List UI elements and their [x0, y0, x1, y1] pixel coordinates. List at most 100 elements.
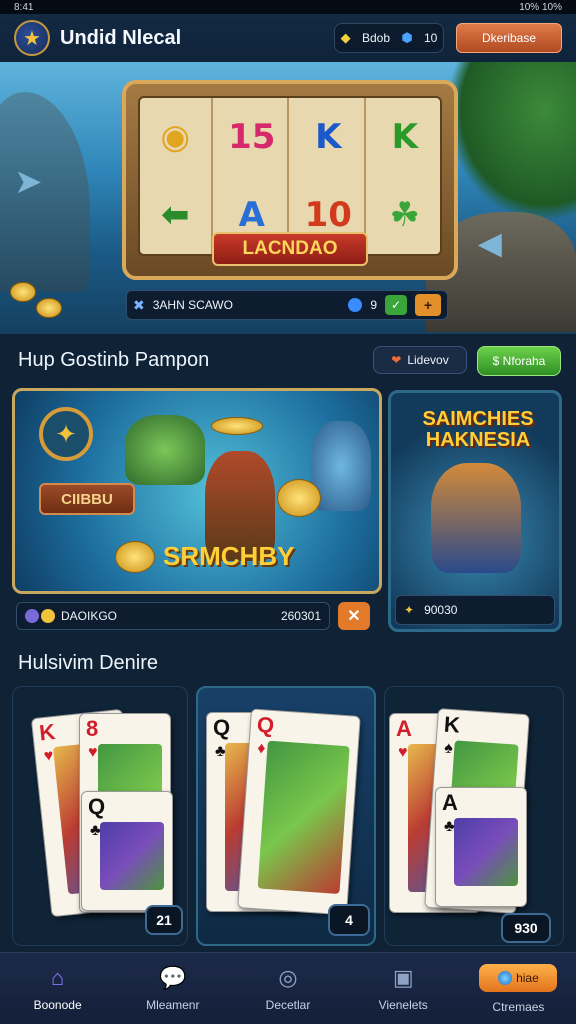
- coin-icon: ◆: [340, 30, 351, 45]
- nav-item-label: Decetlar: [265, 997, 311, 1012]
- playing-card[interactable]: A ♣: [435, 787, 527, 907]
- card-rank: A: [396, 716, 412, 741]
- more-icon: $: [492, 354, 503, 368]
- slot-symbol: K: [391, 117, 418, 157]
- card-suit-icon: ♥: [88, 744, 98, 761]
- status-time: 8:41: [14, 1, 34, 13]
- avatar: [25, 609, 39, 623]
- card-suit-icon: ♣: [215, 743, 226, 760]
- section-title-featured: Hup Gostinb Pampon: [18, 349, 210, 371]
- side-game-title: SAIMCHIES HAKNESIA: [422, 408, 534, 451]
- card-suit-icon: ♣: [444, 818, 455, 835]
- check-button[interactable]: ✓: [385, 295, 407, 315]
- bottom-nav: ⌂ Boonode 💬 Mleamenr ◎ Decetlar ▣ Vienelets hiae…: [0, 952, 576, 1024]
- nav-item-label: Mleamenr: [146, 997, 200, 1012]
- wallet[interactable]: ◆ Bdob ⬢ 10: [334, 23, 444, 53]
- slot-control-label: 3AHN SCAWO: [152, 298, 233, 312]
- playing-card[interactable]: Q ♦: [237, 708, 361, 916]
- card-art: [257, 740, 350, 895]
- compass-icon: ✦: [39, 407, 93, 461]
- slot-symbol: 15: [228, 117, 276, 157]
- card-rank: 8: [86, 716, 99, 741]
- heart-icon: ❤: [391, 353, 402, 367]
- game-card-label: DAOIKGO: [61, 609, 118, 623]
- nav-item-label: Ctremaes: [492, 999, 545, 1014]
- card-rank: Q: [213, 715, 231, 740]
- app-header: ★ Undid Nlecal ◆ Bdob ⬢ 10 Dkeribase: [0, 14, 576, 62]
- nav-cta-label: hiae: [516, 970, 539, 985]
- palm-decoration: [446, 62, 576, 222]
- close-button[interactable]: ✕: [338, 602, 370, 630]
- deck-panel-1[interactable]: K ♥ 8 ♥ Q ♣ 21: [12, 686, 188, 946]
- slot-control-bar: ✖ 3AHN SCAWO 9 ✓ +: [126, 290, 448, 320]
- fish-icon: ➤: [14, 163, 43, 201]
- card-rank: K: [443, 711, 461, 738]
- card-art: [454, 818, 518, 886]
- slot-control-value: 9: [370, 298, 377, 312]
- player-avatars: [25, 609, 55, 623]
- star-logo-icon[interactable]: ★: [14, 20, 50, 56]
- side-card-value: 90030: [424, 603, 458, 617]
- coin-symbol-icon: ◉: [160, 117, 191, 157]
- nav-item-1[interactable]: 💬 Mleamenr: [115, 953, 230, 1024]
- compass-icon: ◎: [278, 964, 298, 990]
- coin-icon: [277, 479, 321, 517]
- wallet-gems: 10: [423, 31, 438, 45]
- chat-icon: 💬: [159, 964, 187, 990]
- game-card-side[interactable]: SAIMCHIES HAKNESIA ✦ 90030: [388, 390, 562, 632]
- side-card-footer: ✦ 90030: [395, 595, 555, 625]
- slot-reel: K 10: [293, 98, 366, 254]
- game-sign: CIIBBU: [39, 483, 135, 515]
- header-action-button[interactable]: Dkeribase: [456, 23, 562, 53]
- nav-item-label: Vienelets: [378, 997, 428, 1012]
- slot-banner: LACNDAO: [212, 232, 368, 266]
- deck-count-badge: 4: [328, 904, 370, 936]
- slot-symbol: K: [315, 117, 342, 157]
- slot-symbol: 10: [304, 195, 352, 235]
- app-title: Undid Nlecal: [60, 26, 182, 49]
- slot-reel: K ☘: [370, 98, 441, 254]
- nav-item-label: Boonode: [33, 997, 82, 1012]
- slot-symbol: A: [238, 195, 265, 235]
- inbox-icon: ▣: [392, 964, 414, 990]
- nav-item-0[interactable]: ⌂ Boonode: [0, 953, 115, 1024]
- status-bar: 8:41 10% 10%: [0, 0, 576, 14]
- more-label: Nforaha: [502, 354, 546, 368]
- avatar: [41, 609, 55, 623]
- nav-cta-button[interactable]: hiae: [479, 963, 558, 992]
- hero-banner[interactable]: ➤ ◄ ◉ ⬅ 15 A K 10 K ☘ LACNDAO ✖ 3AHN SCAWO 9 ✓ …: [0, 62, 576, 334]
- wrench-icon[interactable]: ✖: [133, 297, 145, 314]
- card-rank: Q: [256, 711, 275, 739]
- card-rank: Q: [88, 794, 106, 819]
- fish-character: [125, 415, 205, 485]
- section-title-decks: Hulsivim Denire: [18, 652, 159, 674]
- favorites-label: Lidevov: [407, 353, 449, 367]
- card-suit-icon: ♠: [443, 739, 454, 758]
- game-title: SRMCHBY: [163, 541, 295, 571]
- add-button[interactable]: +: [415, 294, 441, 316]
- nav-item-3[interactable]: ▣ Vienelets: [346, 953, 461, 1024]
- arrow-symbol-icon: ⬅: [161, 195, 190, 235]
- card-suit-icon: ♦: [256, 739, 267, 758]
- slot-reel: ◉ ⬅: [140, 98, 213, 254]
- card-art: [100, 822, 164, 890]
- nav-item-2[interactable]: ◎ Decetlar: [230, 953, 345, 1024]
- deck-panel-2[interactable]: Q ♣ Q ♦ 4: [196, 686, 376, 946]
- coin-icon: [115, 541, 155, 573]
- playing-card[interactable]: Q ♣: [81, 791, 173, 911]
- deck-count-badge: 930: [501, 913, 551, 943]
- favorites-button[interactable]: ❤ Lidevov: [373, 346, 467, 374]
- coin-icon: [10, 282, 36, 302]
- game-card-featured[interactable]: ✦ CIIBBU SRMCHBY: [12, 388, 382, 594]
- dolphin-icon: ◄: [470, 222, 510, 266]
- gem-icon: ⬢: [401, 30, 413, 45]
- more-button[interactable]: $ Nforaha: [477, 346, 561, 376]
- card-suit-icon: ♥: [398, 744, 408, 761]
- gem-icon: [348, 298, 363, 312]
- deck-panel-3[interactable]: A ♥ K ♠ A ♣ 930: [384, 686, 564, 946]
- card-rank: A: [442, 790, 458, 815]
- coin-icon: [36, 298, 62, 318]
- card-suit-icon: ♣: [90, 822, 101, 839]
- nav-item-4[interactable]: hiae Ctremaes: [461, 953, 576, 1024]
- frog-symbol-icon: ☘: [389, 195, 420, 235]
